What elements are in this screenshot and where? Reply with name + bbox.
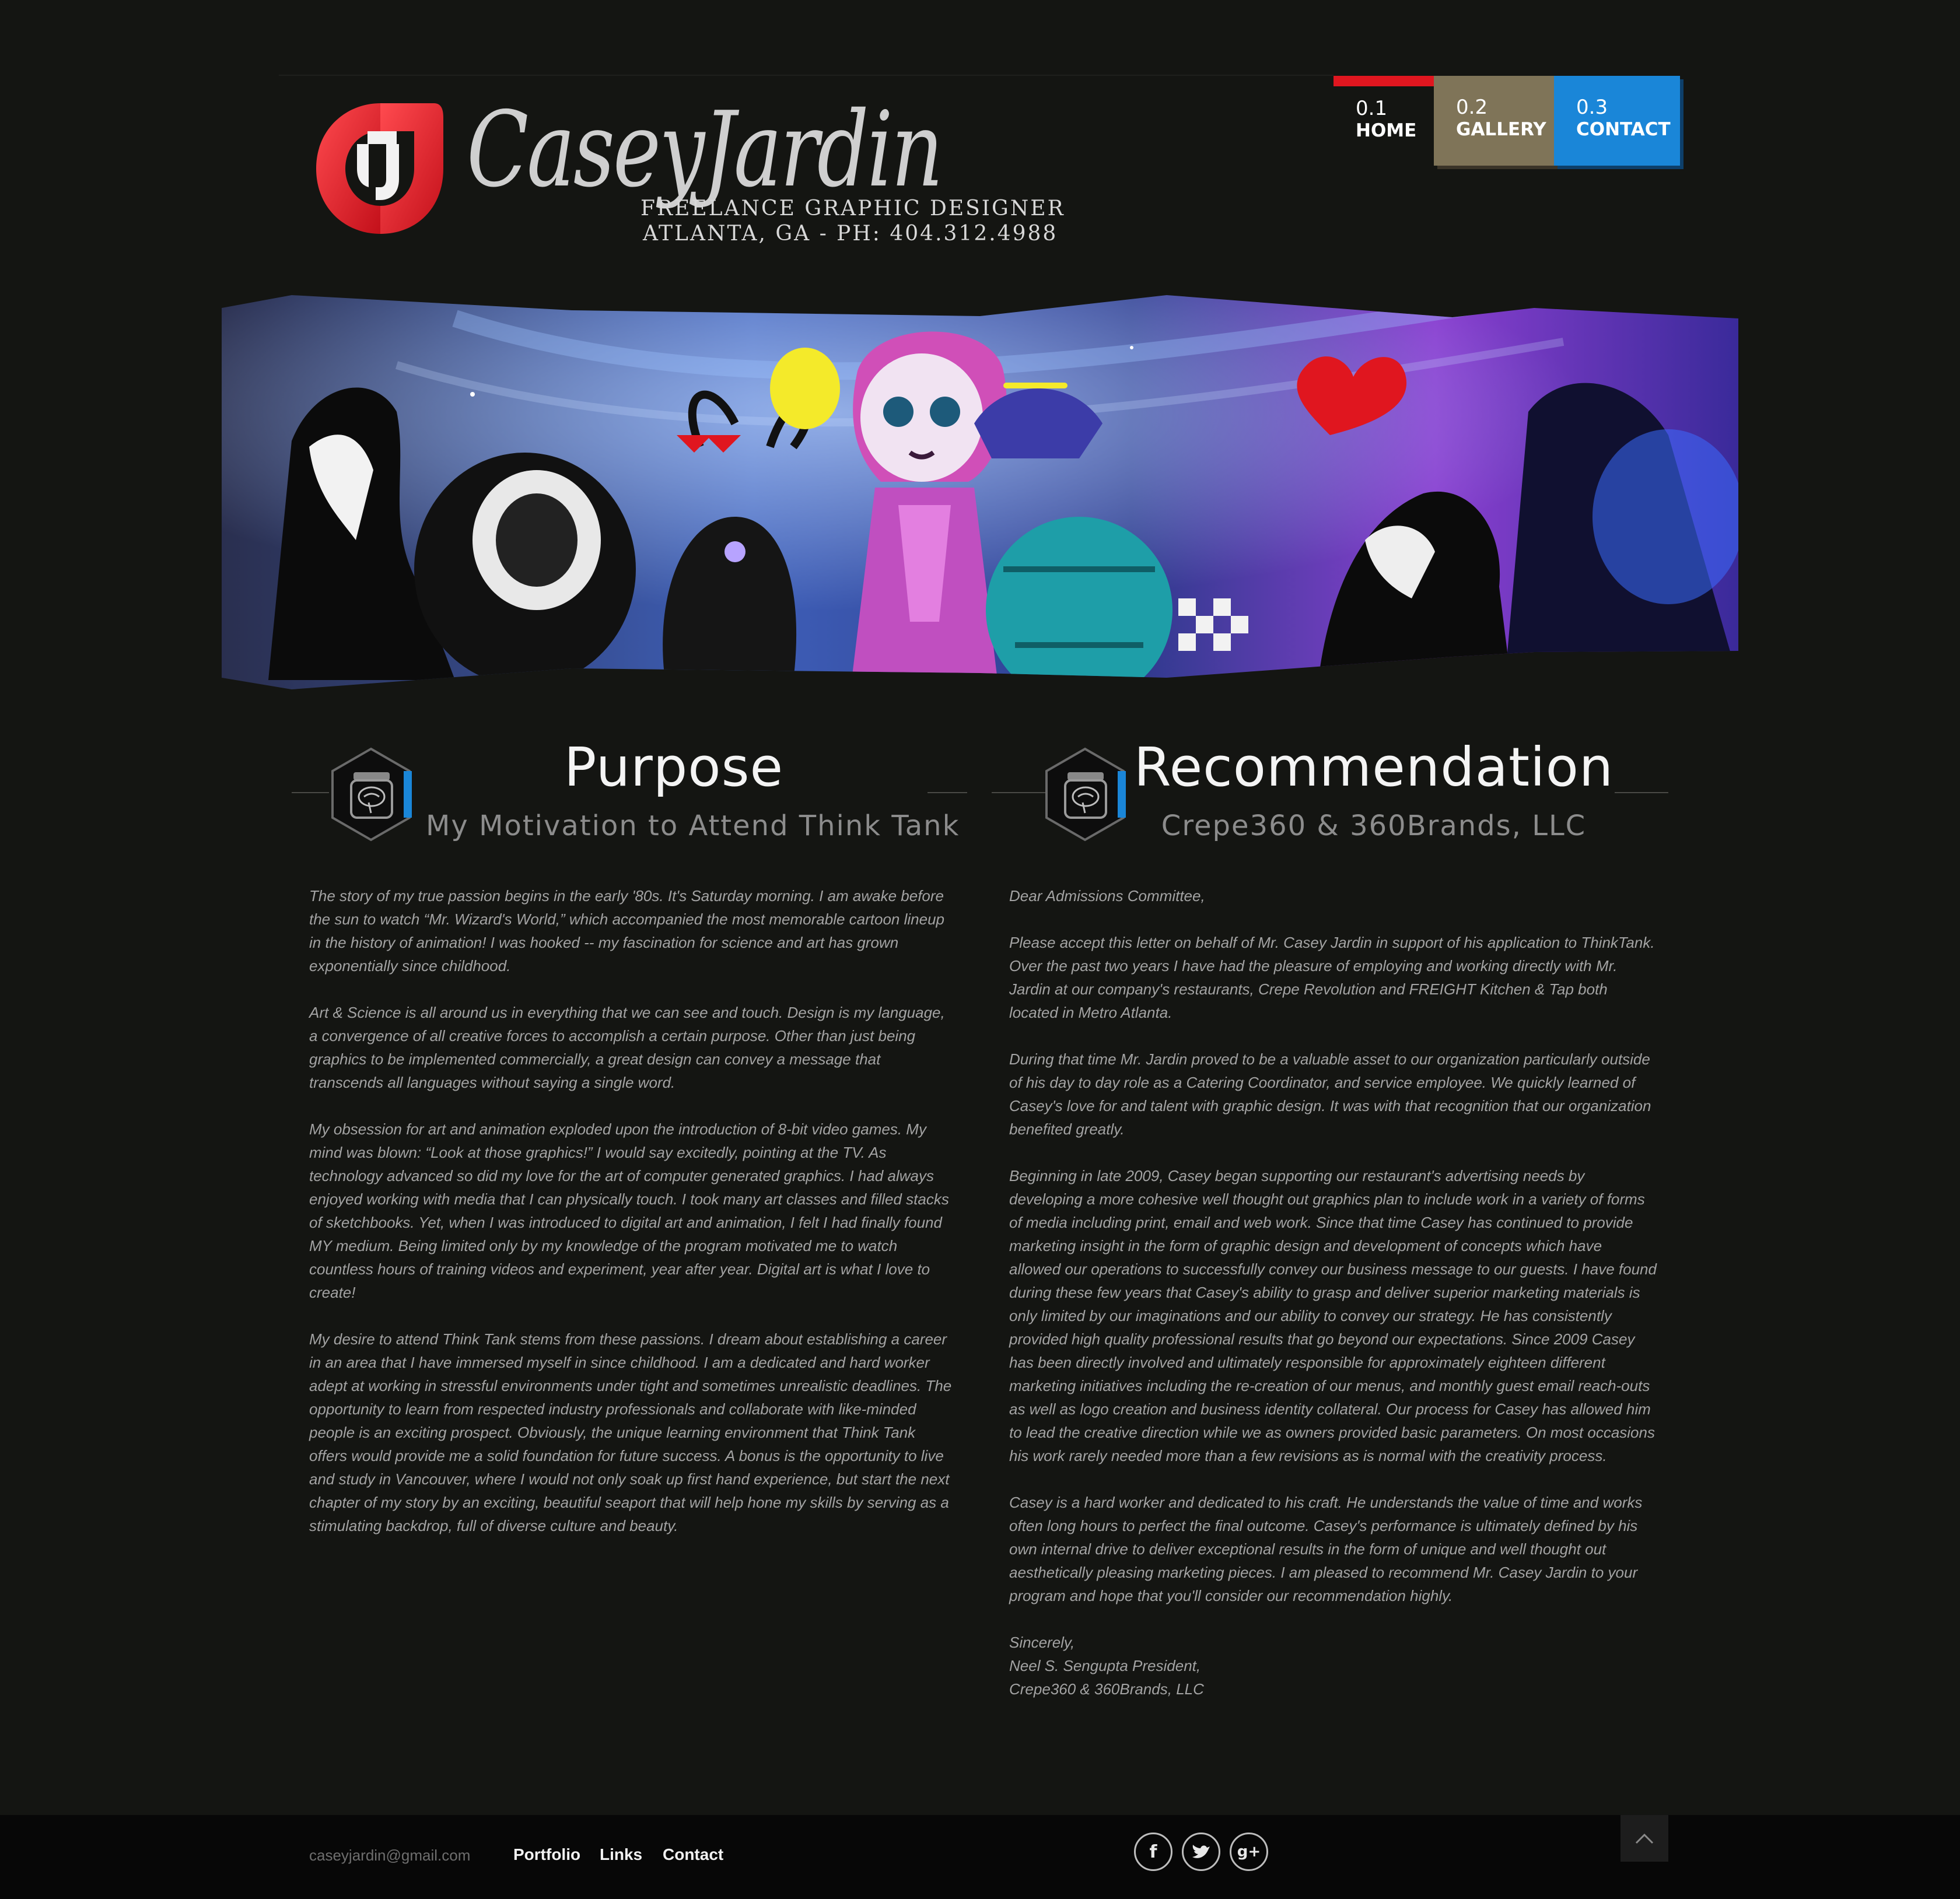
brain-jar-icon	[1045, 747, 1126, 842]
facebook-icon[interactable]: f	[1134, 1833, 1172, 1871]
nav-home[interactable]: 0.1 HOME	[1334, 76, 1435, 166]
recommendation-rule-left	[992, 792, 1045, 793]
logo-name: CaseyJardin	[467, 89, 943, 210]
facebook-glyph: f	[1149, 1841, 1157, 1862]
letter-closing: Sincerely,	[1009, 1634, 1075, 1651]
nav-gallery-number: 0.2	[1456, 96, 1488, 119]
recommendation-subtitle: Crepe360 & 360Brands, LLC	[1161, 810, 1587, 842]
site-logo[interactable]: CaseyJardin FREELANCE GRAPHIC DESIGNER A…	[309, 89, 1063, 254]
twitter-icon[interactable]	[1182, 1833, 1220, 1871]
nav-contact-number: 0.3	[1576, 96, 1608, 119]
letter-company: Crepe360 & 360Brands, LLC	[1009, 1680, 1204, 1698]
recommendation-rule-right	[1615, 792, 1668, 793]
nav-contact-label: CONTACT	[1576, 119, 1671, 140]
purpose-paragraph: The story of my true passion begins in t…	[309, 887, 944, 975]
twitter-bird-glyph	[1192, 1845, 1210, 1858]
letter-paragraph: Beginning in late 2009, Casey began supp…	[1009, 1167, 1657, 1464]
nav-gallery-label: GALLERY	[1456, 119, 1546, 140]
purpose-paragraph: My obsession for art and animation explo…	[309, 1120, 949, 1301]
nav-home-number: 0.1	[1356, 97, 1388, 120]
footer-link-links[interactable]: Links	[600, 1845, 642, 1864]
logo-tagline: FREELANCE GRAPHIC DESIGNER	[640, 197, 1065, 220]
recommendation-body: Dear Admissions Committee, Please accept…	[1009, 884, 1657, 1701]
letter-signer: Neel S. Sengupta President,	[1009, 1657, 1201, 1674]
nav-gallery[interactable]: 0.2 GALLERY	[1434, 76, 1554, 166]
footer-email-link[interactable]: caseyjardin@gmail.com	[309, 1847, 470, 1865]
purpose-paragraph: Art & Science is all around us in everyt…	[309, 1004, 945, 1091]
footer-link-contact[interactable]: Contact	[663, 1845, 723, 1864]
purpose-subtitle: My Motivation to Attend Think Tank	[426, 810, 960, 842]
letter-paragraph: Please accept this letter on behalf of M…	[1009, 934, 1655, 1021]
logo-location-phone: ATLANTA, GA - PH: 404.312.4988	[643, 222, 1058, 246]
recommendation-title: Recommendation	[1133, 736, 1614, 798]
brain-jar-icon	[331, 747, 412, 842]
back-to-top-button[interactable]	[1620, 1815, 1668, 1862]
header-top-rule	[279, 75, 1334, 76]
purpose-title: Purpose	[564, 736, 784, 798]
purpose-paragraph: My desire to attend Think Tank stems fro…	[309, 1330, 952, 1534]
footer-link-portfolio[interactable]: Portfolio	[513, 1845, 580, 1864]
google-plus-icon[interactable]: g+	[1230, 1833, 1268, 1871]
letter-greeting: Dear Admissions Committee,	[1009, 887, 1205, 905]
nav-home-label: HOME	[1356, 120, 1417, 141]
site-footer: caseyjardin@gmail.com Portfolio Links Co…	[0, 1815, 1960, 1899]
letter-paragraph: Casey is a hard worker and dedicated to …	[1009, 1494, 1643, 1604]
letter-paragraph: During that time Mr. Jardin proved to be…	[1009, 1050, 1651, 1138]
purpose-rule-left	[292, 792, 329, 793]
google-plus-glyph: g+	[1237, 1843, 1261, 1861]
cj-logo-icon	[316, 103, 443, 234]
nav-contact[interactable]: 0.3 CONTACT	[1554, 76, 1680, 166]
chevron-up-icon	[1635, 1833, 1654, 1844]
purpose-body: The story of my true passion begins in t…	[309, 884, 957, 1561]
hero-banner-illustration	[222, 295, 1738, 689]
purpose-rule-right	[928, 792, 967, 793]
